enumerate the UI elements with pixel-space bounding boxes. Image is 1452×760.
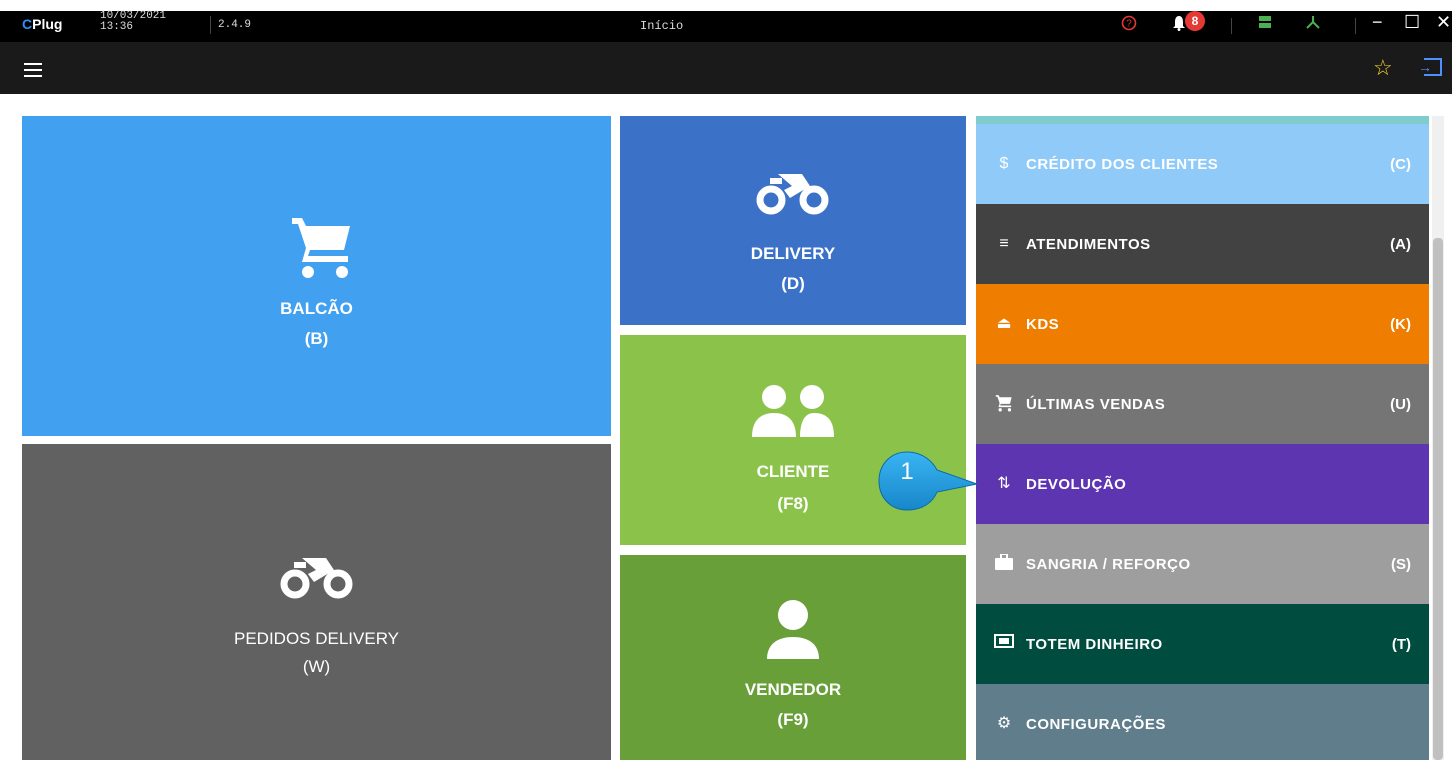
cart-icon [994,394,1014,414]
menu-item-label: KDS [1026,316,1060,333]
tile-vendedor-key: (F9) [777,710,809,729]
divider [1231,18,1232,34]
bike-icon [280,558,353,599]
tile-delivery-key: (D) [781,274,805,293]
kds-icon: ⏏ [996,315,1012,332]
menu-item-shortcut: (S) [1391,556,1411,573]
tile-balcao-label: BALCÃO [280,299,353,318]
title-separator [210,16,211,34]
window-title: Início [640,19,684,33]
menu-item-label: DEVOLUÇÃO [1026,476,1127,493]
maximize-button[interactable]: ☐ [1404,13,1420,31]
menu-item-kds[interactable]: ⏏ KDS (K) [976,284,1429,364]
menu-item-devolucao[interactable]: ⇅ DEVOLUÇÃO [976,444,1429,524]
menu-item-shortcut: (C) [1390,156,1411,173]
menu-item-label: SANGRIA / REFORÇO [1026,556,1191,573]
cash-icon [994,634,1014,654]
menu-item-shortcut: (U) [1390,396,1411,413]
minimize-button[interactable]: − [1372,13,1383,31]
cart-icon [292,218,350,278]
version-text: 2.4.9 [218,19,252,31]
menu-bar [0,42,1452,94]
exit-icon[interactable]: → [1418,58,1442,76]
server-icon[interactable] [1258,15,1272,32]
menu-item-ultimas-vendas[interactable]: ÚLTIMAS VENDAS (U) [976,364,1429,444]
svg-text:?: ? [1126,19,1132,30]
tile-pedidos-key: (W) [302,657,331,676]
menu-item-label: CONFIGURAÇÕES [1026,716,1166,733]
top-edge [0,0,1452,11]
tile-pedidos-label: PEDIDOS DELIVERY [233,629,400,648]
time-text: 13:36 [100,21,134,33]
menu-item-sangria-reforco[interactable]: SANGRIA / REFORÇO (S) [976,524,1429,604]
menu-top-strip [976,116,1429,124]
menu-item-shortcut: (K) [1390,316,1411,333]
list-icon: ≡ [999,235,1009,252]
tile-vendedor-label: VENDEDOR [744,680,842,699]
menu-item-totem-dinheiro[interactable]: TOTEM DINHEIRO (T) [976,604,1429,684]
star-icon[interactable]: ☆ [1373,55,1393,81]
callout-number: 1 [900,458,914,485]
tile-balcao-key: (B) [304,329,329,348]
tile-pedidos-delivery[interactable]: PEDIDOS DELIVERY (W) [22,444,611,760]
menu-item-label: CRÉDITO DOS CLIENTES [1026,156,1219,173]
people-icon [752,385,834,437]
menu-item-label: ÚLTIMAS VENDAS [1026,396,1166,413]
tile-balcao[interactable]: BALCÃO (B) [22,116,611,436]
scrollbar-thumb[interactable] [1433,238,1443,760]
tile-delivery-label: DELIVERY [750,244,836,263]
menu-item-label: TOTEM DINHEIRO [1026,636,1163,653]
tile-vendedor[interactable]: VENDEDOR (F9) [620,555,966,760]
side-menu: $ CRÉDITO DOS CLIENTES (C) ≡ ATENDIMENTO… [976,116,1429,760]
briefcase-icon [994,553,1014,574]
notification-badge: 8 [1185,11,1205,31]
menu-item-shortcut: (T) [1391,636,1411,653]
bell-icon[interactable] [1172,15,1186,34]
tile-delivery[interactable]: DELIVERY (D) [620,116,966,325]
divider [1355,18,1356,34]
person-icon [767,600,819,659]
dollar-icon: $ [999,155,1009,172]
menu-item-configuracoes[interactable]: ⚙ CONFIGURAÇÕES [976,684,1429,760]
swap-icon: ⇅ [997,475,1011,492]
menu-item-atendimentos[interactable]: ≡ ATENDIMENTOS (A) [976,204,1429,284]
step-callout: 1 [877,448,987,519]
help-icon[interactable]: ? [1121,15,1137,34]
gear-icon: ⚙ [996,715,1012,732]
close-button[interactable]: ✕ [1436,13,1451,31]
hamburger-menu-icon[interactable] [24,63,42,81]
app-logo: CPlug [22,16,63,32]
datetime: 10/03/2021 13:36 [100,11,166,33]
menu-item-credito-clientes[interactable]: $ CRÉDITO DOS CLIENTES (C) [976,124,1429,204]
menu-item-shortcut: (A) [1390,236,1411,253]
menu-item-label: ATENDIMENTOS [1026,236,1151,253]
network-icon[interactable] [1305,15,1321,32]
bike-icon [756,174,829,215]
